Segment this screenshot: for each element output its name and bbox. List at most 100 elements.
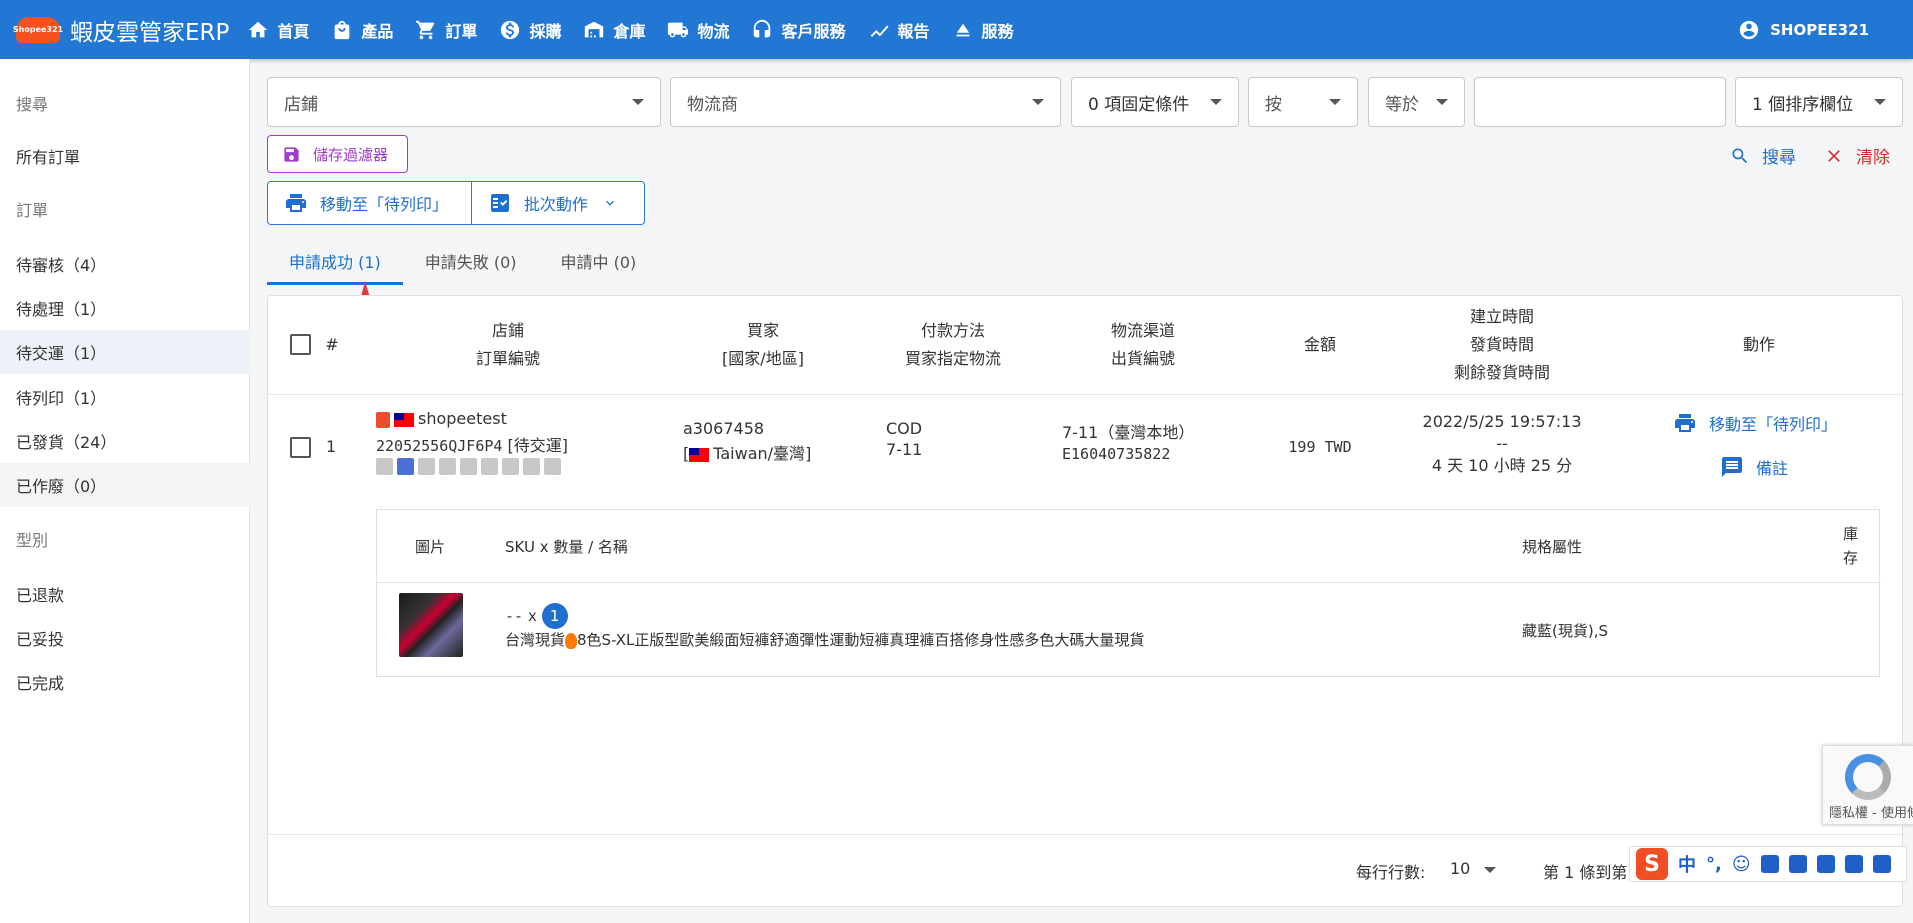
main-nav: 首頁 產品 訂單 採購 倉庫 物流 客戶服務 報告 服務 bbox=[247, 18, 1035, 42]
sidebar-item-shipped[interactable]: 已發貨（24） bbox=[0, 419, 250, 463]
sidebar-item-all-orders[interactable]: 所有訂單 bbox=[0, 134, 250, 178]
brand-badge-icon: Shopee321 bbox=[13, 16, 63, 43]
search-button[interactable]: 搜尋 bbox=[1730, 143, 1796, 168]
sidebar-item-pending-review[interactable]: 待審核（4） bbox=[0, 242, 250, 286]
sidebar-header-type: 型別 bbox=[16, 531, 49, 550]
sidebar-item-refunded[interactable]: 已退款 bbox=[0, 572, 250, 616]
sidebar-item-pending-process[interactable]: 待處理（1） bbox=[0, 286, 250, 330]
rows-per-page-select[interactable]: 10 bbox=[1450, 859, 1497, 878]
move-to-print-button[interactable]: 移動至「待列印」 bbox=[268, 182, 472, 224]
tab-failed[interactable]: 申請失敗 (0) bbox=[403, 237, 539, 285]
item-name: 台灣現貨 8色S-XL正版型歐美緞面短褲舒適彈性運動短褲真理褲百搭修身性感多色大碼… bbox=[505, 631, 1145, 649]
cancel-circle-icon[interactable] bbox=[481, 458, 498, 475]
ime-chinese-toggle[interactable]: 中 bbox=[1678, 851, 1696, 877]
row-move-to-print-button[interactable]: 移動至「待列印」 bbox=[1673, 411, 1837, 435]
col-amount: 金額 bbox=[1303, 335, 1337, 354]
store-name: shopeetest bbox=[418, 409, 507, 428]
check-box-icon[interactable] bbox=[523, 458, 540, 475]
operator-select[interactable]: 等於 bbox=[1368, 77, 1465, 127]
remaining-time: 4 天 10 小時 25 分 bbox=[1431, 456, 1573, 475]
recaptcha-badge[interactable]: 隱私權 - 使用條款 bbox=[1822, 745, 1913, 825]
ime-toolbar: S 中 °, ☺ bbox=[1629, 846, 1907, 882]
cart-icon bbox=[416, 20, 435, 39]
caret-down-icon bbox=[632, 99, 644, 105]
truck-icon bbox=[668, 22, 689, 37]
check-box-icon[interactable] bbox=[502, 458, 519, 475]
sidebar-item-delivered[interactable]: 已妥投 bbox=[0, 616, 250, 660]
sidebar-item-voided[interactable]: 已作廢（0） bbox=[0, 463, 250, 507]
nav-warehouse[interactable]: 倉庫 bbox=[583, 18, 645, 42]
item-row: -- x 1 台灣現貨 8色S-XL正版型歐美緞面短褲舒適彈性運動短褲真理褲百搭修… bbox=[377, 583, 1881, 677]
barcode-icon[interactable] bbox=[376, 458, 393, 475]
emoji-icon[interactable]: ☺ bbox=[1732, 854, 1751, 875]
store-select[interactable]: 店鋪 bbox=[267, 77, 661, 127]
nav-reports[interactable]: 報告 bbox=[868, 18, 930, 42]
nav-products[interactable]: 產品 bbox=[331, 18, 393, 42]
taiwan-flag-icon bbox=[394, 412, 414, 427]
brand-logo[interactable]: Shopee321 蝦皮雲管家ERP bbox=[13, 13, 247, 47]
tab-pending[interactable]: 申請中 (0) bbox=[539, 237, 659, 285]
col-index: # bbox=[325, 335, 339, 354]
fixed-conditions-select[interactable]: 0 項固定條件 bbox=[1071, 77, 1239, 127]
save-filter-button[interactable]: 儲存過濾器 bbox=[267, 135, 408, 173]
nav-customer-service[interactable]: 客戶服務 bbox=[751, 18, 846, 42]
row-checkbox[interactable] bbox=[290, 437, 311, 458]
filter-value-input[interactable] bbox=[1474, 77, 1726, 127]
col-shipping: 物流渠道 出貨編號 bbox=[1110, 321, 1176, 368]
sidebar-item-pending-ship[interactable]: 待交運（1） bbox=[0, 330, 250, 374]
top-navigation-bar: Shopee321 蝦皮雲管家ERP 首頁 產品 訂單 採購 倉庫 物流 客戶服… bbox=[0, 0, 1913, 59]
order-items-table: 圖片 SKU x 數量 / 名稱 規格屬性 庫 存 -- x 1 台灣現貨 8色S… bbox=[376, 509, 1881, 677]
nav-home[interactable]: 首頁 bbox=[247, 18, 309, 42]
page-range-text: 第 1 條到第 bbox=[1543, 863, 1628, 882]
payment-cell: COD 7-11 bbox=[886, 419, 922, 459]
col-buyer: 買家 [國家/地區] bbox=[722, 321, 804, 368]
orders-card: # 店鋪 訂單編號 買家 [國家/地區] 付款方法 買家指定物流 物流渠道 出貨… bbox=[267, 295, 1904, 907]
row-index: 1 bbox=[326, 437, 337, 456]
field-select[interactable]: 按 bbox=[1248, 77, 1358, 127]
floppy-disk-icon bbox=[284, 146, 299, 162]
sidebar-item-completed[interactable]: 已完成 bbox=[0, 660, 250, 704]
ime-punctuation-toggle[interactable]: °, bbox=[1706, 854, 1722, 875]
microphone-icon[interactable] bbox=[1760, 855, 1779, 873]
keyboard-icon[interactable] bbox=[1788, 855, 1807, 873]
upload-icon[interactable] bbox=[418, 458, 435, 475]
username: SHOPEE321 bbox=[1770, 20, 1869, 39]
col-store: 店鋪 訂單編號 bbox=[475, 321, 541, 368]
recaptcha-links[interactable]: 隱私權 - 使用條款 bbox=[1829, 802, 1913, 821]
buyer-logistics: 7-11 bbox=[886, 440, 923, 459]
order-number[interactable]: 22052556QJF6P4 bbox=[376, 437, 502, 455]
users-icon[interactable] bbox=[544, 458, 561, 475]
user-icon[interactable] bbox=[1816, 855, 1835, 873]
row-note-button[interactable]: 備註 bbox=[1720, 455, 1788, 479]
buyer-country: Taiwan/臺灣 bbox=[713, 444, 806, 463]
qr-code-icon[interactable] bbox=[397, 458, 414, 475]
nav-orders[interactable]: 訂單 bbox=[415, 18, 477, 42]
caret-down-icon bbox=[1874, 99, 1886, 105]
nav-services[interactable]: 服務 bbox=[952, 18, 1014, 42]
sogou-logo-icon[interactable]: S bbox=[1636, 848, 1668, 880]
caret-down-icon bbox=[1032, 99, 1044, 105]
col-spec: 規格屬性 bbox=[1522, 538, 1583, 556]
chat-icon[interactable] bbox=[460, 458, 477, 475]
sidebar-item-pending-print[interactable]: 待列印（1） bbox=[0, 375, 250, 419]
message-icon[interactable] bbox=[439, 458, 456, 475]
items-header: 圖片 SKU x 數量 / 名稱 規格屬性 庫 存 bbox=[377, 510, 1881, 583]
nav-logistics[interactable]: 物流 bbox=[667, 18, 729, 42]
main-content: 店鋪 物流商 0 項固定條件 按 等於 1 個排序欄位 儲存過濾器 搜尋 清除 … bbox=[267, 59, 1907, 923]
user-menu[interactable]: SHOPEE321 bbox=[1738, 0, 1869, 59]
eject-icon bbox=[956, 23, 969, 36]
shirt-icon[interactable] bbox=[1844, 855, 1863, 873]
grid-icon[interactable] bbox=[1872, 855, 1891, 873]
chart-icon bbox=[870, 24, 889, 37]
select-all-checkbox[interactable] bbox=[290, 334, 311, 355]
table-row: 1 shopeetest 22052556QJF6P4 [待交運] a30674… bbox=[268, 395, 1904, 489]
batch-action-button[interactable]: 批次動作 bbox=[472, 182, 644, 224]
nav-purchasing[interactable]: 採購 bbox=[499, 18, 561, 42]
clear-button[interactable]: 清除 bbox=[1824, 143, 1890, 168]
status-tabs: 申請成功 (1) 申請失敗 (0) 申請中 (0) bbox=[267, 237, 658, 285]
payment-method: COD bbox=[886, 419, 923, 438]
sort-fields-select[interactable]: 1 個排序欄位 bbox=[1735, 77, 1903, 127]
shopee-icon bbox=[376, 411, 390, 428]
sidebar-header-orders: 訂單 bbox=[16, 201, 49, 220]
carrier-select[interactable]: 物流商 bbox=[670, 77, 1061, 127]
